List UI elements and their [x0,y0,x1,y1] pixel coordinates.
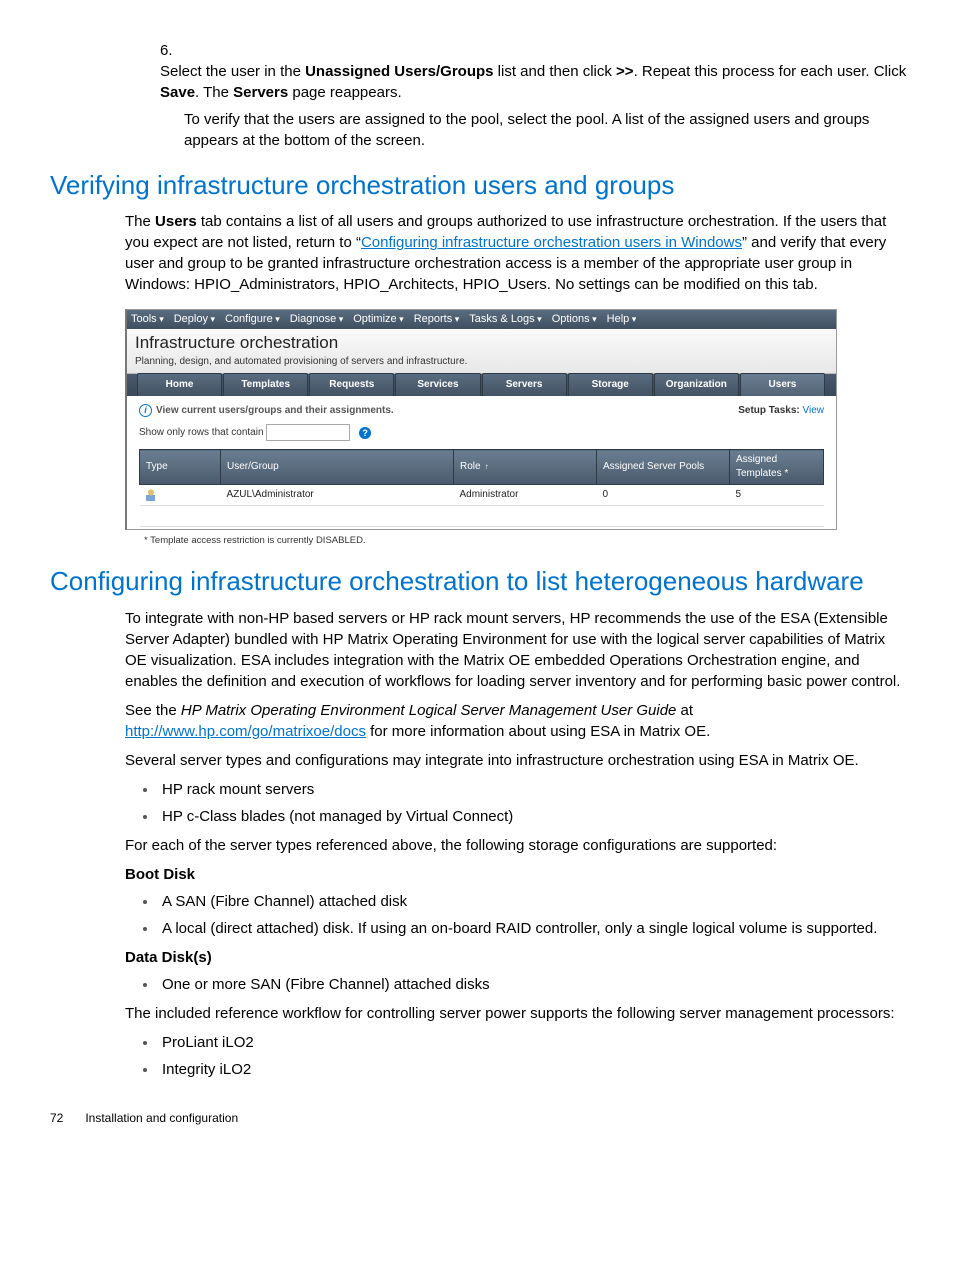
sec2-para3: Several server types and configurations … [125,750,904,771]
col-type[interactable]: Type [140,450,221,485]
mgmt-processors-list: ProLiant iLO2 Integrity iLO2 [158,1032,904,1080]
menu-deploy[interactable]: Deploy [174,312,215,327]
list-item: HP rack mount servers [158,779,904,800]
tab-templates[interactable]: Templates [223,373,308,396]
footer-title: Installation and configuration [85,1111,238,1125]
col-pools[interactable]: Assigned Server Pools [597,450,730,485]
menu-optimize[interactable]: Optimize [353,312,403,327]
heading-verify-users: Verifying infrastructure orchestration u… [50,167,904,203]
info-icon: i [139,404,152,417]
tab-users[interactable]: Users [740,373,825,396]
sec2-para4: For each of the server types referenced … [125,835,904,856]
col-templates[interactable]: Assigned Templates * [730,450,824,485]
server-types-list: HP rack mount servers HP c-Class blades … [158,779,904,827]
boot-disk-list: A SAN (Fibre Channel) attached disk A lo… [158,891,904,939]
sec2-para1: To integrate with non-HP based servers o… [125,608,904,692]
menu-options[interactable]: Options [552,312,597,327]
menu-tasks-logs[interactable]: Tasks & Logs [469,312,541,327]
screenshot-footnote: * Template access restriction is current… [144,534,904,547]
help-icon[interactable]: ? [359,427,371,439]
user-icon [146,489,156,501]
list-item: Integrity iLO2 [158,1059,904,1080]
list-item: A SAN (Fibre Channel) attached disk [158,891,904,912]
filter-label: Show only rows that contain [139,427,264,438]
menu-reports[interactable]: Reports [414,312,460,327]
setup-tasks: Setup Tasks: View [738,404,824,418]
filter-input[interactable] [266,424,350,441]
heading-heterogeneous: Configuring infrastructure orchestration… [50,563,904,599]
menubar: Tools Deploy Configure Diagnose Optimize… [127,310,836,329]
link-configuring-users[interactable]: Configuring infrastructure orchestration… [361,234,742,251]
cell-user-group: AZUL\Administrator [221,485,454,506]
sort-icon: ↑ [485,462,489,471]
data-disk-list: One or more SAN (Fibre Channel) attached… [158,974,904,995]
tab-organization[interactable]: Organization [654,373,739,396]
list-item: A local (direct attached) disk. If using… [158,918,904,939]
col-user-group[interactable]: User/Group [221,450,454,485]
tab-services[interactable]: Services [395,373,480,396]
filter-row: Show only rows that contain ? [139,424,824,441]
col-role[interactable]: Role↑ [454,450,597,485]
tab-requests[interactable]: Requests [309,373,394,396]
tab-servers[interactable]: Servers [482,373,567,396]
tab-storage[interactable]: Storage [568,373,653,396]
list-item: One or more SAN (Fibre Channel) attached… [158,974,904,995]
cell-role: Administrator [454,485,597,506]
menu-diagnose[interactable]: Diagnose [290,312,344,327]
step-6: 6. Select the user in the Unassigned Use… [160,40,904,103]
app-subtitle: Planning, design, and automated provisio… [135,355,828,369]
menu-configure[interactable]: Configure [225,312,280,327]
subhead-boot-disk: Boot Disk [125,864,904,885]
info-line: iView current users/groups and their ass… [139,404,824,418]
list-item: HP c-Class blades (not managed by Virtua… [158,806,904,827]
tab-content: Setup Tasks: View iView current users/gr… [127,396,836,529]
subhead-data-disks: Data Disk(s) [125,947,904,968]
sec2-para5: The included reference workflow for cont… [125,1003,904,1024]
setup-tasks-view-link[interactable]: View [803,405,825,416]
table-row-empty [140,506,824,527]
title-bar: Infrastructure orchestration Planning, d… [127,329,836,374]
cell-templates: 5 [730,485,824,506]
table-row[interactable]: AZUL\Administrator Administrator 0 5 [140,485,824,506]
users-table: Type User/Group Role↑ Assigned Server Po… [139,449,824,527]
tab-bar: Home Templates Requests Services Servers… [127,374,836,396]
page-footer: 72 Installation and configuration [50,1110,904,1127]
link-matrixoe-docs[interactable]: http://www.hp.com/go/matrixoe/docs [125,723,366,740]
screenshot-io-users: Tools Deploy Configure Diagnose Optimize… [125,309,837,530]
list-item: ProLiant iLO2 [158,1032,904,1053]
page-number: 72 [50,1110,82,1127]
cell-pools: 0 [597,485,730,506]
sec2-para2: See the HP Matrix Operating Environment … [125,700,904,742]
table-header-row: Type User/Group Role↑ Assigned Server Po… [140,450,824,485]
menu-tools[interactable]: Tools [131,312,164,327]
app-title: Infrastructure orchestration [135,331,828,355]
cell-type [140,485,221,506]
tab-home[interactable]: Home [137,373,222,396]
menu-help[interactable]: Help [607,312,637,327]
verify-users-para: The Users tab contains a list of all use… [125,211,904,295]
step-6-note: To verify that the users are assigned to… [184,109,904,151]
